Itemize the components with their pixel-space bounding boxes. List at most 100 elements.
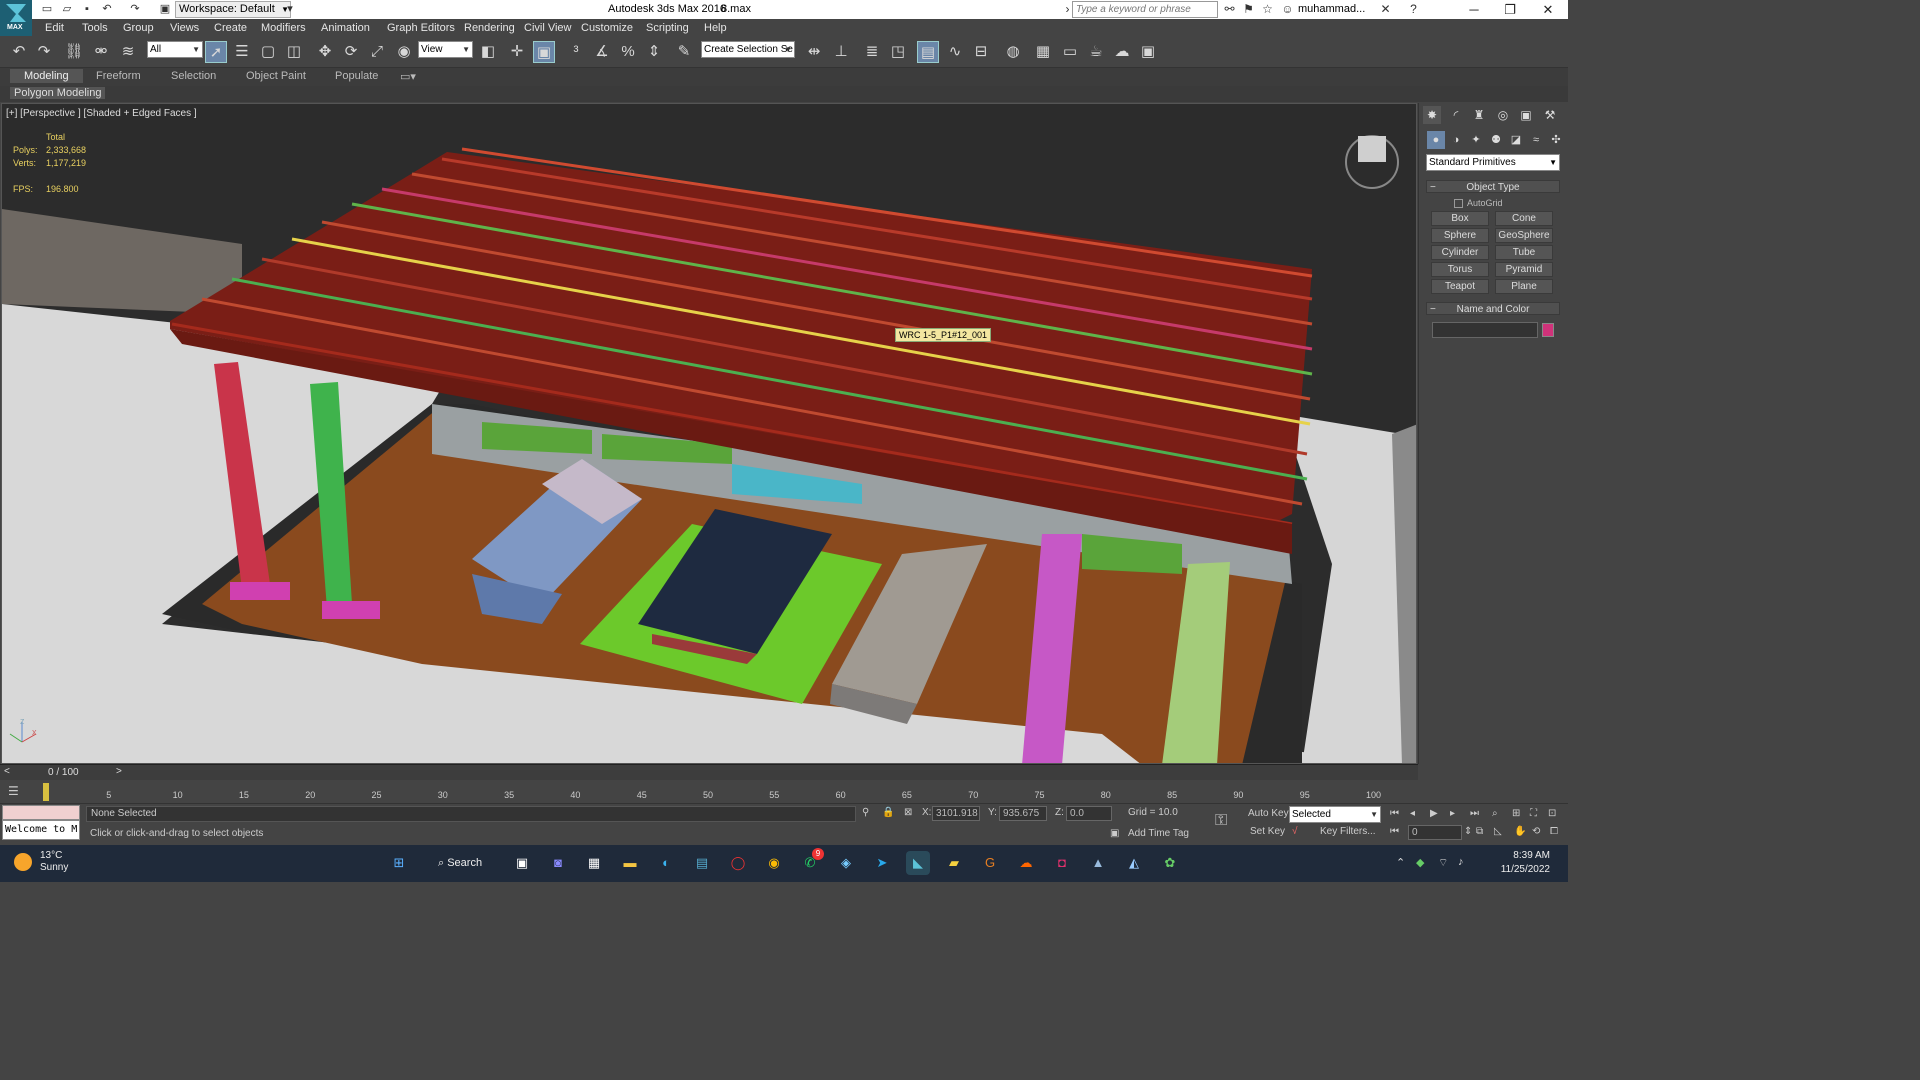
key-icon[interactable]: ⚿: [1215, 812, 1227, 830]
communication-center-icon[interactable]: ⚑: [1241, 2, 1256, 17]
link-icon[interactable]: ⛓: [63, 41, 85, 63]
snaps-toggle-icon[interactable]: ³: [565, 41, 587, 63]
go-to-end-icon[interactable]: ⏭: [1470, 808, 1479, 819]
ribbon-options-icon[interactable]: ▭▾: [400, 70, 416, 83]
viewport-label[interactable]: [+] [Perspective ] [Shaded + Edged Faces…: [6, 108, 197, 119]
open-file-icon[interactable]: ▱: [60, 2, 74, 16]
name-and-color-rollout[interactable]: − Name and Color: [1426, 302, 1560, 315]
volume-icon[interactable]: ♪: [1458, 856, 1464, 868]
rotate-icon[interactable]: ⟳: [340, 41, 362, 63]
menu-edit[interactable]: Edit: [45, 22, 64, 34]
3ds-max-taskbar-icon[interactable]: ◣: [906, 851, 930, 875]
geometry-icon[interactable]: ●: [1427, 131, 1445, 149]
scene-explorer-icon[interactable]: ◳: [887, 41, 909, 63]
go-to-start-icon[interactable]: ⏮: [1390, 808, 1399, 819]
field-of-view-icon[interactable]: ◺: [1494, 826, 1502, 837]
menu-civil-view[interactable]: Civil View: [524, 22, 571, 34]
wifi-icon[interactable]: ⌔: [1438, 856, 1448, 870]
set-key-button[interactable]: Set Key: [1250, 826, 1285, 837]
selection-filter-dropdown[interactable]: All ▼: [147, 41, 203, 58]
layer-manager-icon[interactable]: ≣: [861, 41, 883, 63]
maxscript-mini-listener[interactable]: Welcome to M: [2, 820, 80, 840]
select-manipulate-icon[interactable]: ✛: [506, 41, 528, 63]
sphere-button[interactable]: Sphere: [1431, 228, 1489, 243]
clock-time[interactable]: 8:39 AM: [1490, 850, 1550, 861]
window-crossing-icon[interactable]: ◫: [283, 41, 305, 63]
windows-start-icon[interactable]: ⊞: [387, 851, 411, 875]
teams-chat-icon[interactable]: ◙: [546, 851, 570, 875]
create-tab-icon[interactable]: ✸: [1423, 106, 1441, 124]
z-coordinate-field[interactable]: 0.0: [1066, 806, 1112, 821]
rendered-frame-window-icon[interactable]: ▭: [1059, 41, 1081, 63]
default-in-out-tangents-icon[interactable]: √: [1292, 826, 1298, 837]
key-filters-button[interactable]: Key Filters...: [1320, 826, 1376, 837]
redo-icon[interactable]: ↷: [128, 2, 142, 16]
modify-tab-icon[interactable]: ◜: [1447, 106, 1465, 124]
time-tag-icon[interactable]: ▣: [1110, 828, 1119, 839]
hierarchy-tab-icon[interactable]: ♜: [1470, 106, 1488, 124]
weather-sun-icon[interactable]: [14, 853, 32, 871]
menu-customize[interactable]: Customize: [581, 22, 633, 34]
object-type-rollout[interactable]: − Object Type: [1426, 180, 1560, 193]
track-bar[interactable]: ☰ 5 10 15 20 25 30 35 40 45 50 55 60 65 70 75 80 85 90 95 1…: [0, 781, 1418, 803]
previous-frame-icon[interactable]: ◂: [1410, 808, 1415, 819]
tube-button[interactable]: Tube: [1495, 245, 1553, 260]
helpers-icon[interactable]: ◪: [1507, 131, 1525, 149]
chrome-browser-icon[interactable]: ◉: [762, 851, 786, 875]
render-setup-icon[interactable]: ▦: [1032, 41, 1054, 63]
paint-icon[interactable]: ✿: [1158, 851, 1182, 875]
undo-icon[interactable]: ↶: [100, 2, 114, 16]
auto-key-button[interactable]: Auto Key: [1248, 808, 1289, 819]
plane-button[interactable]: Plane: [1495, 279, 1553, 294]
isolate-selection-icon[interactable]: ⚲: [862, 807, 869, 818]
view-cube-icon[interactable]: [1356, 140, 1388, 170]
store-icon[interactable]: ▤: [690, 851, 714, 875]
named-selection-sets-dropdown[interactable]: Create Selection Se ▼: [701, 41, 795, 58]
polygon-modeling-panel[interactable]: Polygon Modeling: [10, 87, 106, 99]
close-button[interactable]: ✕: [1530, 0, 1566, 19]
sticky-notes-icon[interactable]: ▰: [942, 851, 966, 875]
time-slider[interactable]: < 0 / 100 >: [0, 764, 1418, 780]
render-production-icon[interactable]: ☕: [1085, 41, 1107, 63]
clock-date[interactable]: 11/25/2022: [1490, 864, 1550, 875]
minimize-button[interactable]: ─: [1456, 0, 1492, 19]
edit-named-selection-icon[interactable]: ✎: [673, 41, 695, 63]
display-tab-icon[interactable]: ▣: [1517, 106, 1535, 124]
y-coordinate-field[interactable]: 935.675: [999, 806, 1047, 821]
reference-coordinate-dropdown[interactable]: View ▼: [418, 41, 473, 58]
instagram-icon[interactable]: ◘: [1050, 851, 1074, 875]
utilities-tab-icon[interactable]: ⚒: [1541, 106, 1559, 124]
menu-views[interactable]: Views: [170, 22, 199, 34]
key-mode-toggle-icon[interactable]: ⏮: [1390, 826, 1399, 837]
systems-icon[interactable]: ✣: [1547, 131, 1565, 149]
object-name-input[interactable]: [1432, 322, 1538, 338]
binoculars-icon[interactable]: ⚯: [1222, 2, 1237, 17]
exchange-apps-icon[interactable]: ✕: [1378, 2, 1393, 17]
vpn-tray-icon[interactable]: ◆: [1416, 856, 1424, 869]
zoom-extents-all-icon[interactable]: ⊡: [1548, 808, 1556, 819]
undo-icon[interactable]: ↶: [8, 41, 30, 63]
spinner-snap-icon[interactable]: ⇕: [643, 41, 665, 63]
menu-scripting[interactable]: Scripting: [646, 22, 689, 34]
menu-rendering[interactable]: Rendering: [464, 22, 515, 34]
search-input[interactable]: Type a keyword or phrase: [1072, 1, 1218, 18]
material-editor-icon[interactable]: ◍: [1002, 41, 1024, 63]
edge-browser-icon[interactable]: ◐: [654, 851, 678, 875]
soundcloud-icon[interactable]: ☁: [1014, 851, 1038, 875]
box-button[interactable]: Box: [1431, 211, 1489, 226]
motion-tab-icon[interactable]: ◎: [1494, 106, 1512, 124]
pyramid-button[interactable]: Pyramid: [1495, 262, 1553, 277]
percent-snap-icon[interactable]: %: [617, 41, 639, 63]
menu-animation[interactable]: Animation: [321, 22, 370, 34]
task-view-icon[interactable]: ▣: [510, 851, 534, 875]
move-icon[interactable]: ✥: [314, 41, 336, 63]
x-coordinate-field[interactable]: 3101.918: [932, 806, 980, 821]
orbit-icon[interactable]: ⟲: [1532, 826, 1540, 837]
user-icon[interactable]: ☺: [1280, 2, 1295, 17]
tab-freeform[interactable]: Freeform: [96, 70, 141, 82]
quick-access-dropdown-icon[interactable]: ▾: [283, 2, 297, 16]
tab-object-paint[interactable]: Object Paint: [246, 70, 306, 82]
3ds-max-second-icon[interactable]: ◭: [1122, 851, 1146, 875]
weather-temperature[interactable]: 13°C: [40, 850, 62, 861]
photos-icon[interactable]: ▲: [1086, 851, 1110, 875]
